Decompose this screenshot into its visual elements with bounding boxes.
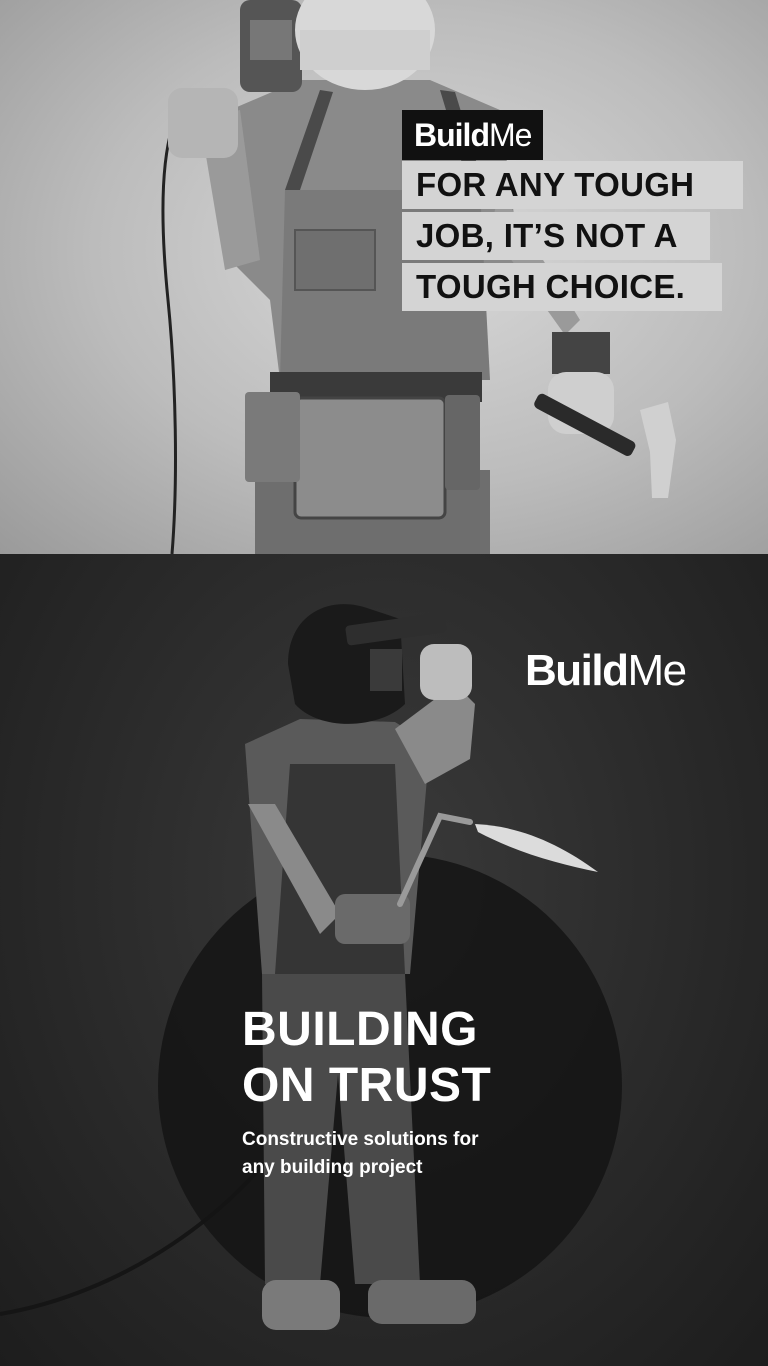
headline-line-2: ON TRUST: [242, 1059, 492, 1112]
brand-logo-top: BuildMe: [402, 110, 544, 160]
brand-logo-bottom: BuildMe: [525, 646, 687, 696]
subheadline-line-1: Constructive solutions for: [242, 1129, 479, 1150]
headline-line-1: BUILDING: [242, 1003, 478, 1056]
headline: BUILDING ON TRUST: [242, 1002, 491, 1114]
brand-logo-build: Build: [414, 117, 490, 153]
drill-icon: [240, 0, 302, 92]
tagline-line-3: TOUGH CHOICE.: [402, 263, 722, 311]
brand-logo-me: Me: [488, 117, 532, 153]
subheadline: Constructive solutions for any building …: [242, 1126, 542, 1182]
brand-logo-me: Me: [627, 646, 687, 695]
brand-logo-build: Build: [525, 646, 629, 695]
ad-collage: BuildMe FOR ANY TOUGH JOB, IT’S NOT A TO…: [0, 0, 768, 1366]
tagline-line-1: FOR ANY TOUGH: [402, 161, 743, 209]
top-ad-panel: BuildMe FOR ANY TOUGH JOB, IT’S NOT A TO…: [0, 0, 768, 554]
bottom-ad-panel: BuildMe BUILDING ON TRUST Constructive s…: [0, 554, 768, 1366]
subheadline-line-2: any building project: [242, 1157, 423, 1178]
tagline-line-2: JOB, IT’S NOT A: [402, 212, 710, 260]
